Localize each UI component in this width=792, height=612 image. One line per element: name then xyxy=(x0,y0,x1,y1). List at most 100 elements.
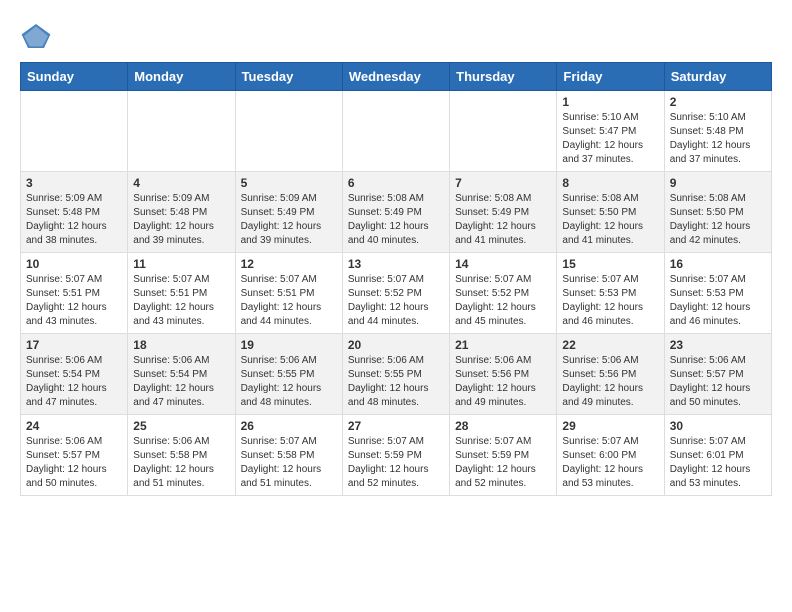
day-number: 17 xyxy=(26,338,122,352)
day-info: Sunrise: 5:06 AM Sunset: 5:57 PM Dayligh… xyxy=(26,435,122,491)
calendar-cell: 18 Sunrise: 5:06 AM Sunset: 5:54 PM Dayli… xyxy=(128,334,235,415)
calendar-cell: 4 Sunrise: 5:09 AM Sunset: 5:48 PM Daylig… xyxy=(128,172,235,253)
day-info: Sunrise: 5:07 AM Sunset: 5:51 PM Dayligh… xyxy=(241,273,337,329)
page-header xyxy=(20,20,772,52)
calendar-cell xyxy=(450,91,557,172)
day-info: Sunrise: 5:09 AM Sunset: 5:48 PM Dayligh… xyxy=(133,192,229,248)
day-info: Sunrise: 5:07 AM Sunset: 5:52 PM Dayligh… xyxy=(455,273,551,329)
weekday-header-tuesday: Tuesday xyxy=(235,63,342,91)
calendar-cell: 6 Sunrise: 5:08 AM Sunset: 5:49 PM Daylig… xyxy=(342,172,449,253)
calendar-cell: 16 Sunrise: 5:07 AM Sunset: 5:53 PM Dayli… xyxy=(664,253,771,334)
day-info: Sunrise: 5:07 AM Sunset: 5:51 PM Dayligh… xyxy=(26,273,122,329)
logo-icon xyxy=(20,20,52,52)
day-info: Sunrise: 5:06 AM Sunset: 5:55 PM Dayligh… xyxy=(241,354,337,410)
calendar-cell: 21Sunrise: 5:06 AM Sunset: 5:56 PM Dayli… xyxy=(450,334,557,415)
day-info: Sunrise: 5:08 AM Sunset: 5:49 PM Dayligh… xyxy=(455,192,551,248)
week-row-3: 10 Sunrise: 5:07 AM Sunset: 5:51 PM Dayli… xyxy=(21,253,772,334)
calendar-cell: 3 Sunrise: 5:09 AM Sunset: 5:48 PM Daylig… xyxy=(21,172,128,253)
calendar-cell: 11 Sunrise: 5:07 AM Sunset: 5:51 PM Dayli… xyxy=(128,253,235,334)
day-number: 13 xyxy=(348,257,444,271)
calendar-cell: 5 Sunrise: 5:09 AM Sunset: 5:49 PM Daylig… xyxy=(235,172,342,253)
calendar-cell xyxy=(21,91,128,172)
weekday-header-sunday: Sunday xyxy=(21,63,128,91)
day-number: 14 xyxy=(455,257,551,271)
day-number: 9 xyxy=(670,176,766,190)
weekday-header-monday: Monday xyxy=(128,63,235,91)
calendar-cell: 23Sunrise: 5:06 AM Sunset: 5:57 PM Dayli… xyxy=(664,334,771,415)
day-info: Sunrise: 5:10 AM Sunset: 5:48 PM Dayligh… xyxy=(670,111,766,167)
week-row-4: 17 Sunrise: 5:06 AM Sunset: 5:54 PM Dayli… xyxy=(21,334,772,415)
day-number: 11 xyxy=(133,257,229,271)
day-number: 18 xyxy=(133,338,229,352)
weekday-header-row: SundayMondayTuesdayWednesdayThursdayFrid… xyxy=(21,63,772,91)
calendar-cell: 20 Sunrise: 5:06 AM Sunset: 5:55 PM Dayli… xyxy=(342,334,449,415)
day-number: 28 xyxy=(455,419,551,433)
day-info: Sunrise: 5:07 AM Sunset: 5:51 PM Dayligh… xyxy=(133,273,229,329)
day-number: 1 xyxy=(562,95,658,109)
calendar-cell: 26 Sunrise: 5:07 AM Sunset: 5:58 PM Dayli… xyxy=(235,415,342,496)
calendar-cell: 7 Sunrise: 5:08 AM Sunset: 5:49 PM Daylig… xyxy=(450,172,557,253)
calendar-cell: 17 Sunrise: 5:06 AM Sunset: 5:54 PM Dayli… xyxy=(21,334,128,415)
day-info: Sunrise: 5:07 AM Sunset: 5:59 PM Dayligh… xyxy=(348,435,444,491)
day-info: Sunrise: 5:06 AM Sunset: 5:54 PM Dayligh… xyxy=(133,354,229,410)
week-row-5: 24 Sunrise: 5:06 AM Sunset: 5:57 PM Dayli… xyxy=(21,415,772,496)
logo xyxy=(20,20,56,52)
day-number: 16 xyxy=(670,257,766,271)
calendar-cell: 15 Sunrise: 5:07 AM Sunset: 5:53 PM Dayli… xyxy=(557,253,664,334)
calendar-cell xyxy=(342,91,449,172)
weekday-header-friday: Friday xyxy=(557,63,664,91)
day-number: 5 xyxy=(241,176,337,190)
weekday-header-saturday: Saturday xyxy=(664,63,771,91)
calendar-cell: 10 Sunrise: 5:07 AM Sunset: 5:51 PM Dayli… xyxy=(21,253,128,334)
day-number: 25 xyxy=(133,419,229,433)
calendar-cell: 9 Sunrise: 5:08 AM Sunset: 5:50 PM Daylig… xyxy=(664,172,771,253)
day-number: 23 xyxy=(670,338,766,352)
day-info: Sunrise: 5:10 AM Sunset: 5:47 PM Dayligh… xyxy=(562,111,658,167)
calendar-cell: 12Sunrise: 5:07 AM Sunset: 5:51 PM Dayli… xyxy=(235,253,342,334)
day-number: 19 xyxy=(241,338,337,352)
day-number: 10 xyxy=(26,257,122,271)
calendar-body: 1 Sunrise: 5:10 AM Sunset: 5:47 PM Daylig… xyxy=(21,91,772,496)
calendar-cell: 22 Sunrise: 5:06 AM Sunset: 5:56 PM Dayli… xyxy=(557,334,664,415)
day-info: Sunrise: 5:07 AM Sunset: 5:53 PM Dayligh… xyxy=(670,273,766,329)
day-number: 26 xyxy=(241,419,337,433)
calendar-cell: 1 Sunrise: 5:10 AM Sunset: 5:47 PM Daylig… xyxy=(557,91,664,172)
day-number: 20 xyxy=(348,338,444,352)
day-info: Sunrise: 5:06 AM Sunset: 5:54 PM Dayligh… xyxy=(26,354,122,410)
day-info: Sunrise: 5:07 AM Sunset: 5:52 PM Dayligh… xyxy=(348,273,444,329)
day-info: Sunrise: 5:06 AM Sunset: 5:55 PM Dayligh… xyxy=(348,354,444,410)
day-number: 6 xyxy=(348,176,444,190)
day-info: Sunrise: 5:06 AM Sunset: 5:56 PM Dayligh… xyxy=(562,354,658,410)
calendar-cell: 29Sunrise: 5:07 AM Sunset: 6:00 PM Dayli… xyxy=(557,415,664,496)
day-info: Sunrise: 5:08 AM Sunset: 5:50 PM Dayligh… xyxy=(562,192,658,248)
day-info: Sunrise: 5:06 AM Sunset: 5:56 PM Dayligh… xyxy=(455,354,551,410)
calendar-cell: 25 Sunrise: 5:06 AM Sunset: 5:58 PM Dayli… xyxy=(128,415,235,496)
day-info: Sunrise: 5:06 AM Sunset: 5:58 PM Dayligh… xyxy=(133,435,229,491)
day-number: 15 xyxy=(562,257,658,271)
calendar-cell xyxy=(235,91,342,172)
weekday-header-wednesday: Wednesday xyxy=(342,63,449,91)
day-number: 4 xyxy=(133,176,229,190)
calendar-table: SundayMondayTuesdayWednesdayThursdayFrid… xyxy=(20,62,772,496)
day-number: 24 xyxy=(26,419,122,433)
day-info: Sunrise: 5:07 AM Sunset: 5:53 PM Dayligh… xyxy=(562,273,658,329)
day-number: 7 xyxy=(455,176,551,190)
calendar-cell: 27Sunrise: 5:07 AM Sunset: 5:59 PM Dayli… xyxy=(342,415,449,496)
calendar-cell: 8 Sunrise: 5:08 AM Sunset: 5:50 PM Daylig… xyxy=(557,172,664,253)
calendar-cell: 28 Sunrise: 5:07 AM Sunset: 5:59 PM Dayli… xyxy=(450,415,557,496)
day-info: Sunrise: 5:09 AM Sunset: 5:48 PM Dayligh… xyxy=(26,192,122,248)
day-number: 3 xyxy=(26,176,122,190)
day-info: Sunrise: 5:07 AM Sunset: 5:59 PM Dayligh… xyxy=(455,435,551,491)
day-number: 8 xyxy=(562,176,658,190)
calendar-cell: 24 Sunrise: 5:06 AM Sunset: 5:57 PM Dayli… xyxy=(21,415,128,496)
day-info: Sunrise: 5:07 AM Sunset: 5:58 PM Dayligh… xyxy=(241,435,337,491)
weekday-header-thursday: Thursday xyxy=(450,63,557,91)
day-info: Sunrise: 5:08 AM Sunset: 5:50 PM Dayligh… xyxy=(670,192,766,248)
day-number: 22 xyxy=(562,338,658,352)
day-info: Sunrise: 5:09 AM Sunset: 5:49 PM Dayligh… xyxy=(241,192,337,248)
week-row-2: 3 Sunrise: 5:09 AM Sunset: 5:48 PM Daylig… xyxy=(21,172,772,253)
week-row-1: 1 Sunrise: 5:10 AM Sunset: 5:47 PM Daylig… xyxy=(21,91,772,172)
day-number: 30 xyxy=(670,419,766,433)
day-info: Sunrise: 5:08 AM Sunset: 5:49 PM Dayligh… xyxy=(348,192,444,248)
calendar-cell: 30Sunrise: 5:07 AM Sunset: 6:01 PM Dayli… xyxy=(664,415,771,496)
